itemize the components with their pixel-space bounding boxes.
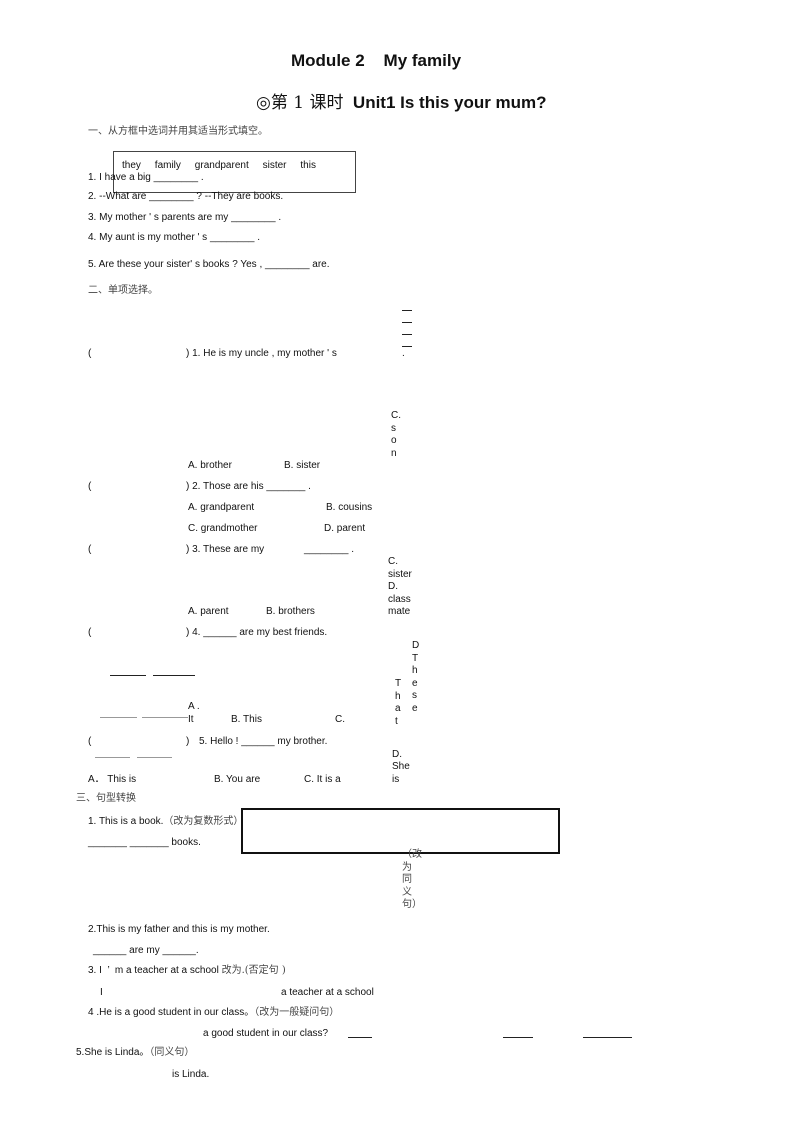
blank-line — [402, 322, 412, 323]
s2-q4-stem: ) 4. ______ are my best friends. — [186, 627, 328, 638]
s3-q4-answer: a good student in our class? — [203, 1028, 329, 1039]
answer-paren: ( — [88, 544, 92, 555]
answer-paren: ( — [88, 481, 92, 492]
s2-q3-option-d: class — [388, 594, 411, 605]
s2-q2-option-d: D. parent — [324, 523, 366, 534]
section3-heading: 三、句型转换 — [76, 793, 136, 804]
s3-q1-text: 1. This is a book. — [88, 816, 164, 827]
s3-q4-hint: （改为一般疑问句） — [254, 1007, 340, 1018]
section2-heading: 二、单项选择。 — [88, 285, 158, 296]
s2-q1-option-c: C.son — [391, 410, 401, 459]
s3-q2-stem: 2.This is my father and this is my mothe… — [88, 924, 270, 935]
s2-q1-option-b: B. sister — [284, 460, 321, 471]
blank-line — [402, 334, 412, 335]
s2-q5-option-d-label: D. — [392, 749, 402, 760]
s1-question-4: 4. My aunt is my mother ' s ________ . — [88, 232, 260, 243]
lesson-title: ◎第 1 课时 Unit1 Is this your mum? — [256, 93, 547, 113]
s2-q4-option-a-label: A . — [188, 701, 200, 712]
blank-line — [348, 1037, 372, 1038]
s3-q3-answer-end: a teacher at a school — [281, 987, 374, 998]
s3-q4-text: 4 .He is a good student in our class。 — [88, 1007, 255, 1018]
s1-question-5: 5. Are these your sister' s books ? Yes … — [88, 259, 330, 270]
s3-q3-hint: 改为.(否定句 ) — [221, 965, 286, 976]
blank-line — [402, 346, 412, 347]
blank-line — [402, 310, 412, 311]
s3-side-hint: （改为同义句） — [402, 849, 422, 910]
s2-q2-option-c: C. grandmother — [188, 523, 258, 534]
s3-q3-text: 3. I ’ m a teacher at a school — [88, 965, 219, 976]
s2-q5-option-b: B. You are — [214, 774, 261, 785]
s2-q1-dot: . — [402, 348, 405, 359]
s1-question-2: 2. --What are ________ ? --They are book… — [88, 191, 284, 202]
s2-q1-stem: ) 1. He is my uncle , my mother ' s — [186, 348, 337, 359]
s2-q4-option-c-label: C. — [335, 714, 345, 725]
s3-q3-stem: 3. I ’ m a teacher at a school 改为.(否定句 ) — [88, 965, 286, 977]
s2-q2-stem: ) 2. Those are his _______ . — [186, 481, 311, 492]
s2-q3-option-b: B. brothers — [266, 606, 315, 617]
s2-q3-option-d-cont: mate — [388, 606, 411, 617]
blank-line — [110, 675, 146, 676]
blank-line — [100, 717, 137, 718]
s2-q4-option-c: That — [395, 678, 402, 727]
blank-line — [153, 675, 195, 676]
page-title: Module 2 My family — [291, 51, 462, 70]
s2-q3-option-d-label: D. — [388, 581, 398, 592]
answer-paren: ( — [88, 348, 92, 359]
s3-q5-stem: 5.She is Linda。（同义句） — [76, 1047, 194, 1059]
s2-q5-option-d-cont: is — [392, 774, 400, 785]
s1-question-3: 3. My mother ' s parents are my ________… — [88, 212, 282, 223]
s3-q5-text: 5.She is Linda。 — [76, 1047, 150, 1058]
s3-q2-answer: ______ are my ______. — [93, 945, 199, 956]
s2-q4-option-d: D.These — [412, 640, 419, 714]
answer-paren: ( — [88, 736, 92, 747]
s2-q3-stem: ) 3. These are my — [186, 544, 265, 555]
s2-q5-stem: 5. Hello ! ______ my brother. — [199, 736, 328, 747]
s2-q1-option-a: A. brother — [188, 460, 232, 471]
section1-heading: 一、从方框中选词并用其适当形式填空。 — [88, 126, 268, 137]
blank-line — [137, 757, 172, 758]
s2-q5-option-c: C. It is a — [304, 774, 341, 785]
s2-q5-option-a: A． This is — [88, 774, 137, 785]
answer-paren-close: ) — [186, 736, 190, 747]
answer-box — [241, 808, 560, 854]
s2-q3-option-a: A. parent — [188, 606, 229, 617]
unit-title: Unit1 Is this your mum? — [352, 93, 547, 112]
s3-q4-stem: 4 .He is a good student in our class。（改为… — [88, 1007, 339, 1019]
s2-q4-option-a: It — [188, 714, 194, 725]
s2-q3-blank: ________ . — [304, 544, 355, 555]
s1-question-1: 1. I have a big ________ . — [88, 172, 204, 183]
lesson-label: ◎第 1 课时 — [256, 93, 344, 113]
s3-q3-answer-start: I — [100, 987, 103, 998]
s3-q5-hint: （同义句） — [149, 1047, 195, 1058]
s2-q3-option-c-label: C. — [388, 556, 398, 567]
s2-q4-option-b: B. This — [231, 714, 262, 725]
s3-q1-answer: _______ _______ books. — [88, 837, 201, 848]
blank-line — [142, 717, 188, 718]
s2-q5-option-d: She — [392, 761, 410, 772]
s3-q1-stem: 1. This is a book.（改为复数形式） — [88, 816, 243, 828]
answer-paren: ( — [88, 627, 92, 638]
blank-line — [583, 1037, 632, 1038]
blank-line — [503, 1037, 533, 1038]
s2-q2-option-a: A. grandparent — [188, 502, 255, 513]
s2-q3-option-c: sister — [388, 569, 412, 580]
s3-q1-hint: （改为复数形式） — [163, 816, 244, 827]
s2-q2-option-b: B. cousins — [326, 502, 373, 513]
blank-line — [95, 757, 130, 758]
s3-q5-answer: is Linda. — [172, 1069, 210, 1080]
word-box-words: they family grandparent sister this — [122, 160, 316, 171]
